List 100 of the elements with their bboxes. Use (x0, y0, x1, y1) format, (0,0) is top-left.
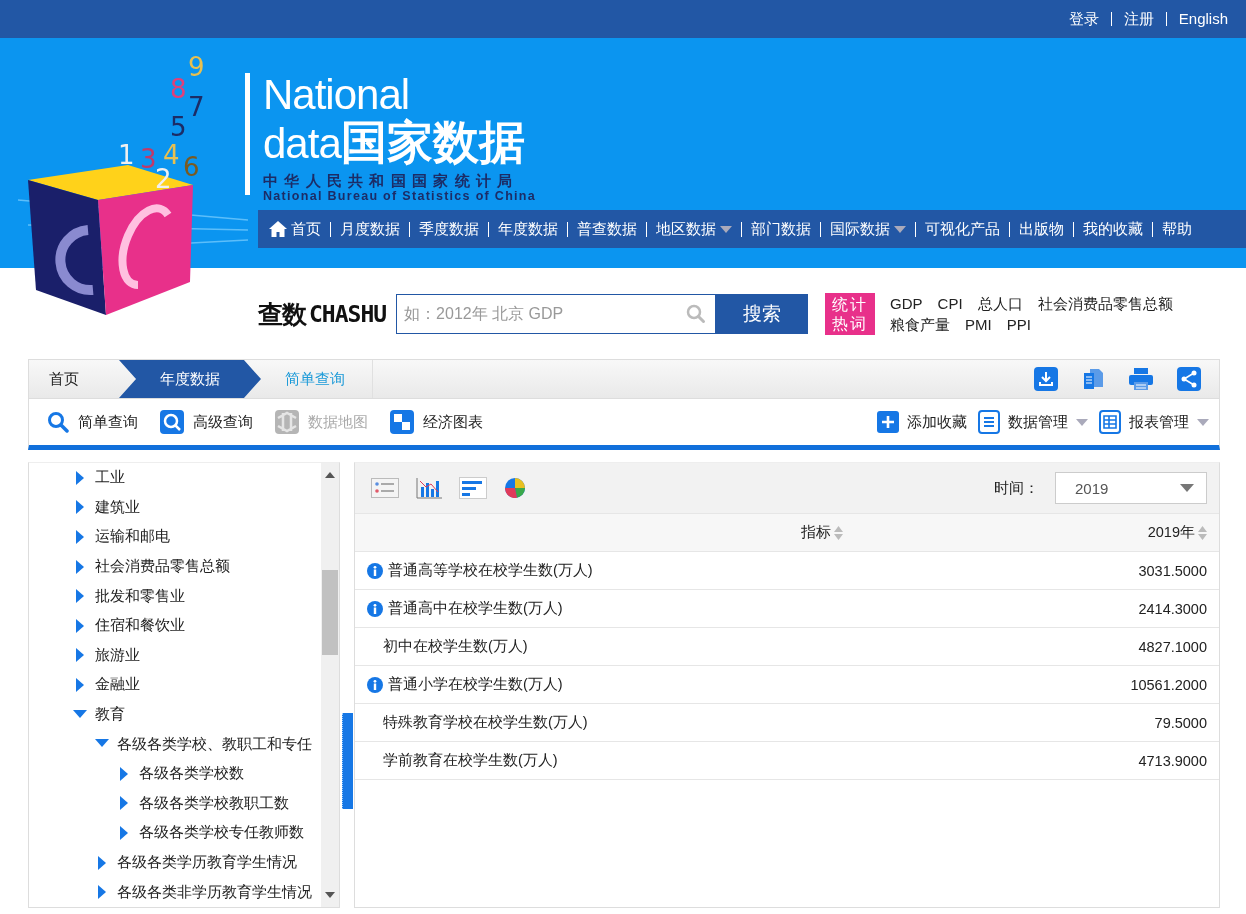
chart-icon (390, 410, 414, 434)
tree-item[interactable]: 各级各类学校专任教师数 (139, 823, 304, 843)
logo-digit: 3 (140, 144, 157, 174)
share-icon[interactable] (1177, 367, 1201, 391)
scroll-thumb[interactable] (322, 570, 338, 655)
breadcrumb-link[interactable]: 首页 (29, 360, 119, 398)
list-icon (978, 410, 1000, 434)
hot-word-link[interactable]: 总人口 (977, 293, 1023, 314)
logo-title: 国家数据 (340, 117, 525, 167)
download-icon[interactable] (1034, 367, 1058, 391)
hot-word-link[interactable]: GDP (890, 293, 923, 314)
tree-item[interactable]: 工业 (95, 468, 125, 488)
logo-subtitle: National Bureau of Statistics of China (263, 189, 538, 203)
tree-item[interactable]: 批发和零售业 (95, 586, 185, 606)
print-icon[interactable] (1128, 367, 1154, 391)
caret-icon (1197, 418, 1209, 426)
tree-item[interactable]: 各级各类学历教育学生情况 (117, 853, 297, 872)
logo-digit: 6 (183, 152, 200, 182)
column-header[interactable]: 指标 (801, 523, 844, 542)
caret-icon (894, 225, 906, 233)
scrollbar[interactable] (321, 463, 339, 907)
table-cell: 79.5000 (1154, 714, 1207, 731)
nav-link[interactable]: 出版物 (1009, 221, 1073, 237)
scroll-up-icon[interactable] (325, 472, 335, 478)
hot-word-link[interactable]: PMI (965, 314, 992, 335)
column-header[interactable]: 2019年 (1147, 523, 1207, 542)
nav-link[interactable]: 地区数据 (646, 221, 741, 237)
sort-icon (1198, 525, 1207, 540)
hot-word-link[interactable]: CPI (937, 293, 963, 314)
table-cell-text: 初中在校学生数(万人) (382, 637, 528, 656)
table-cell: 3031.5000 (1138, 562, 1207, 579)
tree-item[interactable]: 旅游业 (95, 645, 140, 665)
top-link[interactable]: 注册 (1110, 12, 1166, 26)
table-icon (1099, 410, 1121, 434)
search-icon (47, 411, 69, 433)
plus-icon (877, 411, 899, 433)
pie-chart-icon[interactable] (503, 476, 527, 500)
tree-item[interactable]: 各级各类学校、教职工和专任 (117, 734, 312, 754)
caret-icon (720, 225, 732, 233)
search-button[interactable]: 搜索 (716, 294, 809, 334)
nav-link[interactable]: 年度数据 (488, 221, 567, 237)
table-cell: 10561.2000 (1130, 676, 1207, 693)
logo-word: National (263, 73, 411, 117)
home-icon (269, 221, 287, 237)
table-cell: 普通高中在校学生数(万人) (388, 599, 563, 618)
tree-item[interactable]: 运输和邮电 (95, 527, 170, 547)
tree-item[interactable]: 教育 (95, 705, 125, 725)
data-menu-link[interactable]: 添加收藏 (877, 411, 967, 433)
table-cell: 4827.1000 (1138, 638, 1207, 655)
logo-digit: 8 (170, 74, 187, 104)
bar-chart-icon[interactable] (415, 477, 443, 499)
search-field[interactable]: 如：2012年 北京 GDP (396, 294, 717, 334)
tree-item[interactable]: 各级各类学校教职工数 (139, 793, 289, 813)
hot-word-link[interactable]: 社会消费品零售总额 (1037, 293, 1173, 314)
horizontal-bar-icon[interactable] (459, 477, 487, 499)
nav-link[interactable]: 月度数据 (330, 221, 409, 237)
info-icon[interactable] (367, 676, 383, 693)
query-tool-link[interactable]: 简单查询 (47, 411, 138, 433)
search-icon (160, 410, 184, 434)
data-menu-link[interactable]: 报表管理 (1099, 410, 1209, 434)
scroll-down-icon[interactable] (325, 892, 335, 898)
nav-link[interactable]: 我的收藏 (1073, 221, 1152, 237)
nav-link[interactable]: 部门数据 (741, 221, 820, 237)
nav-link[interactable]: 帮助 (1152, 221, 1201, 237)
nav-link[interactable]: 季度数据 (409, 221, 488, 237)
logo-digit: 9 (188, 52, 205, 82)
data-menu-link[interactable]: 数据管理 (978, 410, 1088, 434)
logo-word: data (263, 119, 341, 169)
splitter-handle[interactable] (342, 713, 353, 809)
top-link[interactable]: English (1165, 12, 1240, 26)
tree-item[interactable]: 各级各类学校数 (139, 764, 244, 784)
table-cell-text: 学前教育在校学生数(万人) (382, 751, 558, 770)
logo-digit: 7 (188, 92, 205, 122)
copy-icon[interactable] (1081, 367, 1105, 391)
top-link[interactable]: 登录 (1056, 12, 1111, 26)
tree-item[interactable]: 建筑业 (95, 497, 140, 517)
table-cell: 普通高等学校在校学生数(万人) (388, 561, 593, 580)
info-icon[interactable] (367, 600, 383, 617)
time-select[interactable]: 2019 (1055, 472, 1207, 504)
collapse-arrow-icon[interactable] (73, 709, 87, 720)
nav-link[interactable]: 国际数据 (820, 221, 915, 237)
search-icon (686, 304, 707, 324)
hot-word-link[interactable]: 粮食产量 (890, 314, 951, 335)
hot-word-link[interactable]: PPI (1006, 314, 1031, 335)
nav-link[interactable]: 普查数据 (567, 221, 646, 237)
query-tool-link[interactable]: 经济图表 (390, 410, 483, 434)
nav-link[interactable]: 首页 (266, 221, 330, 237)
nav-link[interactable]: 可视化产品 (915, 221, 1009, 237)
tree-item[interactable]: 金融业 (95, 675, 140, 695)
table-cell: 4713.9000 (1138, 752, 1207, 769)
query-tool-link[interactable]: 高级查询 (160, 410, 253, 434)
info-icon[interactable] (367, 562, 383, 579)
logo-text: 查数 (258, 299, 306, 329)
logo-digit: 5 (170, 112, 187, 142)
logo-digit: 1 (118, 140, 135, 170)
breadcrumb-link[interactable]: 年度数据 (119, 360, 261, 398)
tree-item[interactable]: 社会消费品零售总额 (95, 557, 230, 577)
tree-item[interactable]: 住宿和餐饮业 (95, 616, 185, 636)
logo-text: CHASHU (309, 300, 387, 329)
tree-item[interactable]: 各级各类非学历教育学生情况 (117, 882, 312, 902)
